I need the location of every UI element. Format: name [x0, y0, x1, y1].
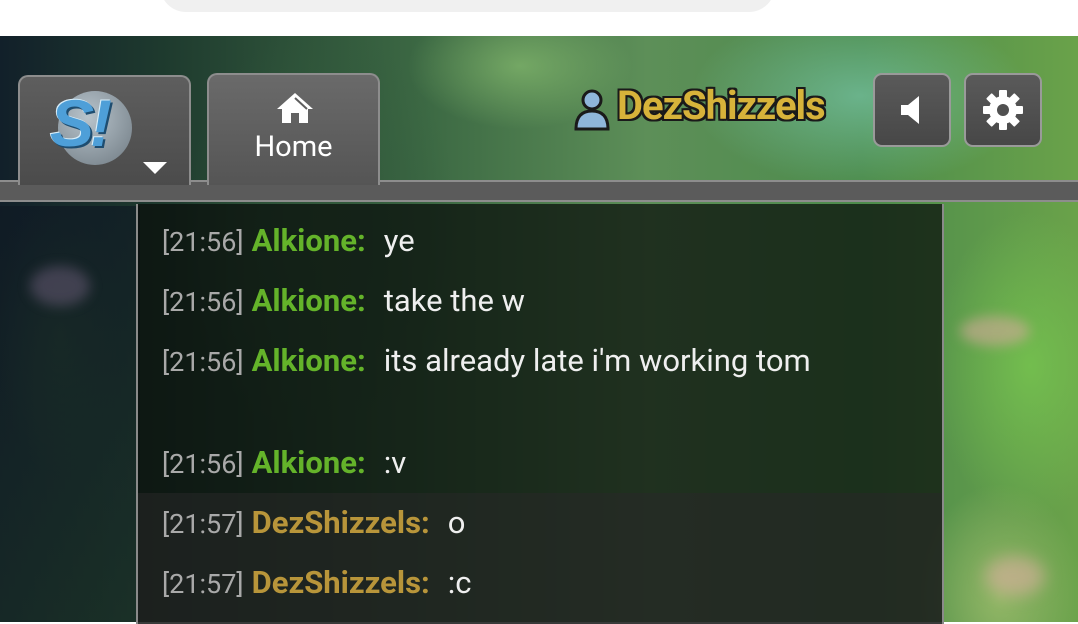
message-text: ye — [383, 222, 415, 259]
chat-message: [21:56] Alkione: take the w — [162, 280, 882, 323]
top-strip — [0, 0, 1078, 36]
site-logo: S! — [50, 86, 112, 160]
message-nick[interactable]: DezShizzels: — [252, 564, 430, 601]
tab-home[interactable]: Home — [207, 73, 380, 185]
message-nick[interactable]: Alkione: — [252, 282, 366, 319]
message-time: [21:57] — [162, 508, 244, 540]
message-text: :c — [447, 564, 472, 601]
chat-message: [21:57] DezShizzels: o — [162, 502, 882, 545]
caret-down-icon — [143, 162, 167, 174]
message-text: take the w — [383, 282, 525, 319]
message-time: [21:56] — [162, 226, 244, 258]
message-text: o — [447, 504, 466, 541]
user-icon — [574, 89, 610, 131]
chat-log[interactable]: [21:56] Alkione: ye [21:56] Alkione: take th… — [136, 204, 944, 624]
chat-message: [21:56] Alkione: :v — [162, 442, 882, 485]
background-shade-blob — [30, 266, 90, 306]
chat-message: [21:56] Alkione: its already late i'm work… — [162, 340, 882, 383]
home-icon — [277, 93, 313, 123]
message-text: :v — [383, 444, 407, 481]
background-blossom-1 — [960, 316, 1030, 346]
chat-message: [21:56] Alkione: ye — [162, 220, 882, 263]
speaker-icon — [901, 96, 919, 124]
gear-icon — [983, 90, 1023, 130]
username-display[interactable]: DezShizzels — [617, 82, 826, 129]
message-nick[interactable]: DezShizzels: — [252, 504, 430, 541]
message-time: [21:56] — [162, 448, 244, 480]
background-blossom-2 — [985, 556, 1045, 596]
message-nick[interactable]: Alkione: — [252, 342, 366, 379]
message-time: [21:56] — [162, 346, 244, 378]
chat-message: [21:57] DezShizzels: :c — [162, 562, 882, 605]
message-text: its already late i'm working tom — [383, 342, 811, 379]
message-time: [21:57] — [162, 568, 244, 600]
logo-menu-tab[interactable]: S! — [18, 75, 191, 185]
message-time: [21:56] — [162, 286, 244, 318]
message-nick[interactable]: Alkione: — [252, 444, 366, 481]
message-nick[interactable]: Alkione: — [252, 222, 366, 259]
settings-button[interactable] — [964, 73, 1042, 147]
tab-home-label: Home — [254, 130, 333, 164]
sound-button[interactable] — [873, 73, 951, 147]
url-bar[interactable] — [160, 0, 775, 12]
